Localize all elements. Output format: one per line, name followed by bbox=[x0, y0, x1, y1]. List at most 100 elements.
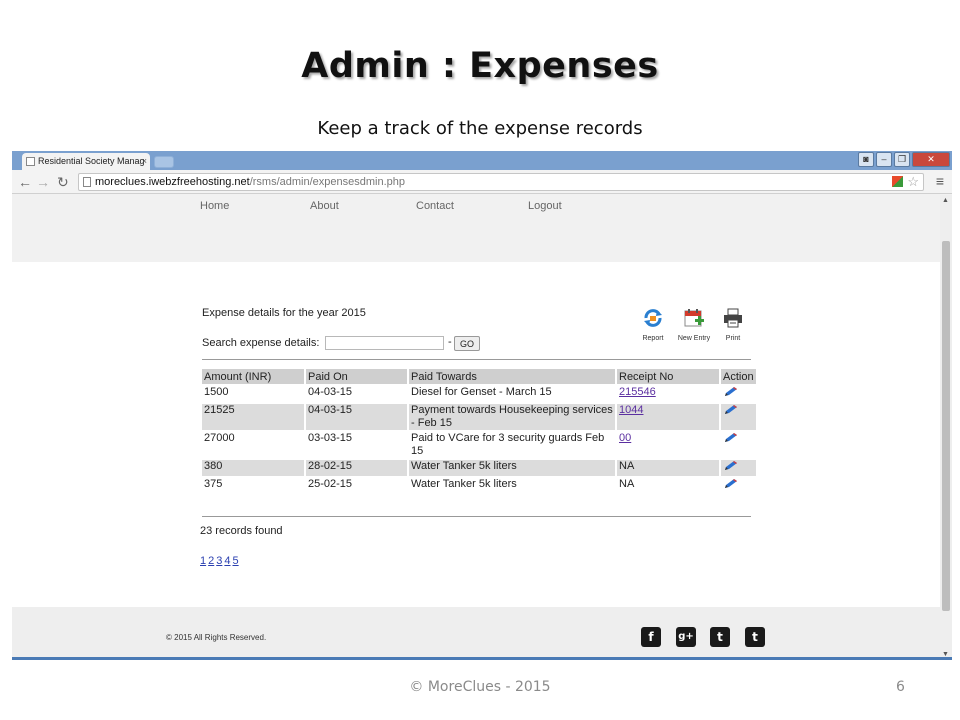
table-top-rule bbox=[202, 359, 751, 360]
cell-paid-towards: Paid to VCare for 3 security guards Feb … bbox=[411, 432, 605, 457]
cell-paid-towards: Water Tanker 5k liters bbox=[409, 460, 615, 476]
new-tab-button[interactable] bbox=[154, 156, 174, 168]
report-label: Report bbox=[642, 335, 664, 342]
print-label: Print bbox=[725, 335, 741, 342]
cell-action bbox=[721, 478, 756, 494]
cell-paid-towards: Payment towards Housekeeping services - … bbox=[409, 404, 615, 430]
go-button[interactable]: GO bbox=[454, 336, 480, 351]
url-path: /rsms/admin/expensesdmin.php bbox=[249, 176, 405, 188]
nav-about-link[interactable]: About bbox=[310, 200, 339, 212]
table-row: 21525 04-03-15 Payment towards Housekeepin… bbox=[202, 404, 756, 430]
minimize-icon[interactable]: – bbox=[876, 152, 892, 167]
expenses-table: Amount (INR) Paid On Paid Towards Receip… bbox=[200, 367, 758, 496]
header-paid-towards: Paid Towards bbox=[409, 369, 615, 384]
cell-amount: 21525 bbox=[202, 404, 304, 430]
forward-arrow-icon[interactable]: → bbox=[36, 173, 50, 191]
reload-icon[interactable]: ↻ bbox=[57, 173, 69, 191]
scroll-up-icon[interactable]: ▲ bbox=[942, 197, 949, 204]
browser-menu-icon[interactable]: ≡ bbox=[936, 173, 944, 189]
receipt-link[interactable]: 1044 bbox=[619, 404, 643, 416]
restore-icon[interactable]: ❐ bbox=[894, 152, 910, 167]
new-entry-label: New Entry bbox=[677, 335, 711, 342]
new-entry-icon bbox=[684, 309, 704, 327]
user-icon[interactable]: ◙ bbox=[858, 152, 874, 167]
records-found: 23 records found bbox=[200, 525, 283, 537]
cell-paid-on: 25-02-15 bbox=[308, 478, 353, 490]
cell-action bbox=[721, 404, 756, 430]
tumblr-icon[interactable]: t bbox=[745, 627, 765, 647]
browser-toolbar: ← → ↻ moreclues.iwebzfreehosting.net/rsm… bbox=[12, 170, 952, 194]
edit-pencil-icon[interactable] bbox=[723, 478, 739, 494]
cell-paid-towards: Water Tanker 5k liters bbox=[411, 478, 517, 490]
tab-strip: Residential Society Manag × ◙ – ❐ ✕ bbox=[12, 151, 952, 170]
receipt-text: NA bbox=[619, 478, 635, 490]
tab-close-icon[interactable]: × bbox=[142, 153, 147, 170]
print-button[interactable]: Print bbox=[709, 307, 757, 342]
page-link-3[interactable]: 3 bbox=[216, 555, 222, 567]
cell-action bbox=[721, 432, 756, 458]
cell-amount: 380 bbox=[202, 460, 304, 476]
receipt-link[interactable]: 00 bbox=[619, 432, 631, 444]
page-link-1[interactable]: 1 bbox=[200, 555, 206, 567]
edit-pencil-icon[interactable] bbox=[723, 386, 739, 402]
cell-amount: 1500 bbox=[204, 386, 229, 398]
cell-receipt-no: NA bbox=[617, 478, 719, 494]
nav-home-link[interactable]: Home bbox=[200, 200, 229, 212]
edit-pencil-icon[interactable] bbox=[723, 404, 739, 420]
cell-paid-on: 28-02-15 bbox=[306, 460, 407, 476]
back-arrow-icon[interactable]: ← bbox=[18, 173, 32, 191]
facebook-icon[interactable]: f bbox=[641, 627, 661, 647]
edit-pencil-icon[interactable] bbox=[723, 460, 739, 476]
pagination: 12345 bbox=[200, 555, 241, 567]
copyright: © 2015 All Rights Reserved. bbox=[166, 633, 267, 642]
browser-tab[interactable]: Residential Society Manag × bbox=[22, 153, 150, 170]
search-input[interactable] bbox=[325, 336, 444, 350]
site-header: Home About Contact Logout bbox=[12, 195, 940, 262]
page-link-4[interactable]: 4 bbox=[224, 555, 230, 567]
browser-window: Residential Society Manag × ◙ – ❐ ✕ ← → … bbox=[12, 151, 952, 660]
header-paid-on: Paid On bbox=[306, 369, 407, 384]
cell-receipt-no: NA bbox=[617, 460, 719, 476]
scroll-down-icon[interactable]: ▼ bbox=[942, 651, 949, 657]
receipt-link[interactable]: 215546 bbox=[619, 386, 656, 398]
content-title: Expense details for the year 2015 bbox=[202, 307, 366, 319]
header-action: Action bbox=[721, 369, 756, 384]
page-link-5[interactable]: 5 bbox=[233, 555, 239, 567]
print-icon bbox=[724, 308, 742, 328]
receipt-text: NA bbox=[619, 460, 635, 472]
header-receipt-no: Receipt No bbox=[617, 369, 719, 384]
site-footer: © 2015 All Rights Reserved. f g+ t t bbox=[12, 607, 940, 657]
page-favicon-icon bbox=[26, 157, 35, 166]
cell-amount: 375 bbox=[204, 478, 223, 490]
url-host: moreclues.iwebzfreehosting.net bbox=[95, 176, 250, 188]
search-label: Search expense details: bbox=[202, 337, 320, 349]
cell-receipt-no: 00 bbox=[617, 432, 719, 458]
table-row: 1500 04-03-15 Diesel for Genset - March 15… bbox=[202, 386, 756, 402]
slide-page-number: 6 bbox=[896, 679, 905, 695]
table-row: 380 28-02-15 Water Tanker 5k liters NA bbox=[202, 460, 756, 476]
page-viewport: Home About Contact Logout Expense detail… bbox=[12, 195, 940, 657]
slide-footer: © MoreClues - 2015 bbox=[409, 679, 551, 695]
edit-pencil-icon[interactable] bbox=[723, 432, 739, 448]
cell-paid-on: 04-03-15 bbox=[306, 404, 407, 430]
twitter-icon[interactable]: t bbox=[710, 627, 730, 647]
google-plus-icon[interactable]: g+ bbox=[676, 627, 696, 647]
bookmark-star-icon[interactable]: ☆ bbox=[907, 174, 919, 190]
page-icon bbox=[83, 177, 91, 187]
table-row: 375 25-02-15 Water Tanker 5k liters NA bbox=[202, 478, 756, 494]
cell-paid-on: 03-03-15 bbox=[308, 432, 353, 444]
cell-action bbox=[721, 460, 756, 476]
window-close-icon[interactable]: ✕ bbox=[912, 152, 950, 167]
slide-title: Admin : Expenses bbox=[301, 46, 659, 86]
extension-icon[interactable] bbox=[892, 176, 903, 187]
cell-amount: 27000 bbox=[204, 432, 235, 444]
nav-contact-link[interactable]: Contact bbox=[416, 200, 454, 212]
address-bar[interactable]: moreclues.iwebzfreehosting.net/rsms/admi… bbox=[78, 173, 924, 191]
vertical-scrollbar[interactable]: ▲ ▼ bbox=[940, 195, 952, 657]
scroll-thumb[interactable] bbox=[942, 241, 950, 611]
nav-logout-link[interactable]: Logout bbox=[528, 200, 562, 212]
page-link-2[interactable]: 2 bbox=[208, 555, 214, 567]
slide-subtitle: Keep a track of the expense records bbox=[317, 118, 643, 139]
header-amount: Amount (INR) bbox=[202, 369, 304, 384]
report-icon bbox=[644, 309, 662, 327]
